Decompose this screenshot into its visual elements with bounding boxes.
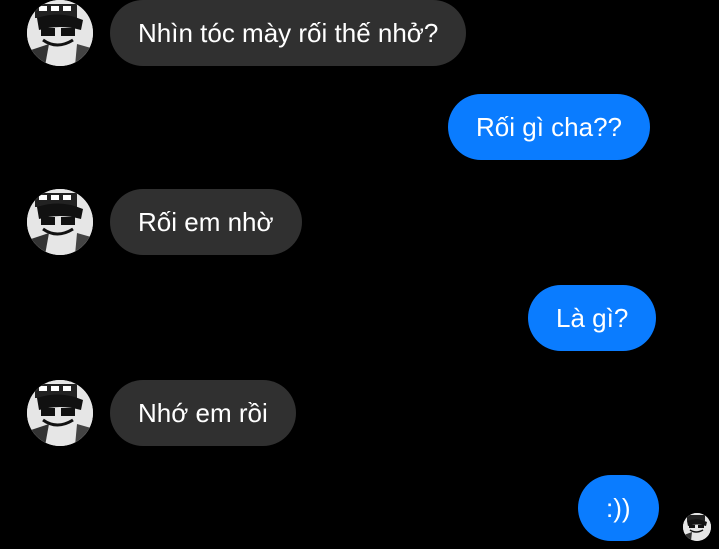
message-bubble-outgoing[interactable]: :)) [578,475,659,541]
contact-avatar[interactable] [27,0,93,66]
contact-avatar-icon [27,380,93,446]
message-bubble-incoming[interactable]: Nhìn tóc mày rối thế nhở? [110,0,467,66]
message-bubble-outgoing[interactable]: Rối gì cha?? [448,94,650,160]
message-bubble-incoming[interactable]: Rối em nhờ [110,189,302,255]
seen-avatar-icon [683,513,711,541]
contact-avatar[interactable] [27,380,93,446]
message-bubble-incoming[interactable]: Nhớ em rồi [110,380,296,446]
message-bubble-outgoing[interactable]: Là gì? [528,285,657,351]
seen-indicator-avatar [683,513,711,541]
contact-avatar[interactable] [27,189,93,255]
contact-avatar-icon [27,189,93,255]
contact-avatar-icon [27,0,93,66]
